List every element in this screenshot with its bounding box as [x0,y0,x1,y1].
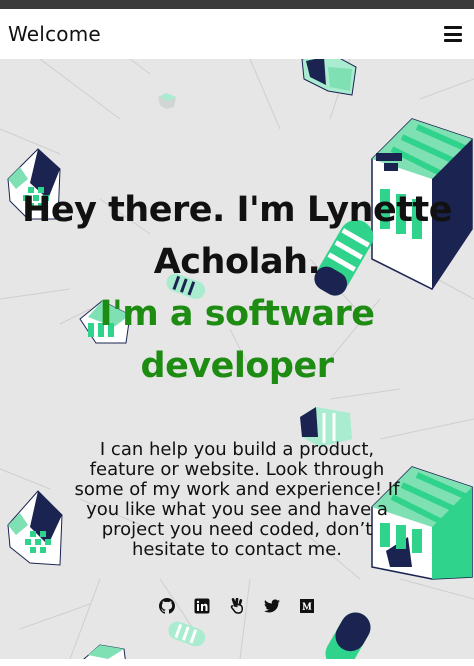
github-icon[interactable] [159,598,175,614]
browser-top-strip [0,0,474,9]
bottom-strip [0,659,474,666]
hero-role: I'm a software developer [99,294,375,386]
social-links [0,598,474,614]
hero-blurb: I can help you build a product, feature … [74,439,400,560]
hamburger-menu-icon[interactable] [444,26,462,42]
linkedin-icon[interactable] [194,598,210,614]
hero-section: Hey there. I'm Lynette Acholah. I'm a so… [0,59,474,659]
medium-icon[interactable] [299,598,315,614]
hero-greeting: Hey there. I'm Lynette Acholah. [22,190,452,282]
site-header: Welcome [0,9,474,59]
twitter-icon[interactable] [264,598,280,614]
hero-content: Hey there. I'm Lynette Acholah. I'm a so… [0,184,474,560]
angellist-icon[interactable] [229,598,245,614]
site-title: Welcome [8,22,101,46]
